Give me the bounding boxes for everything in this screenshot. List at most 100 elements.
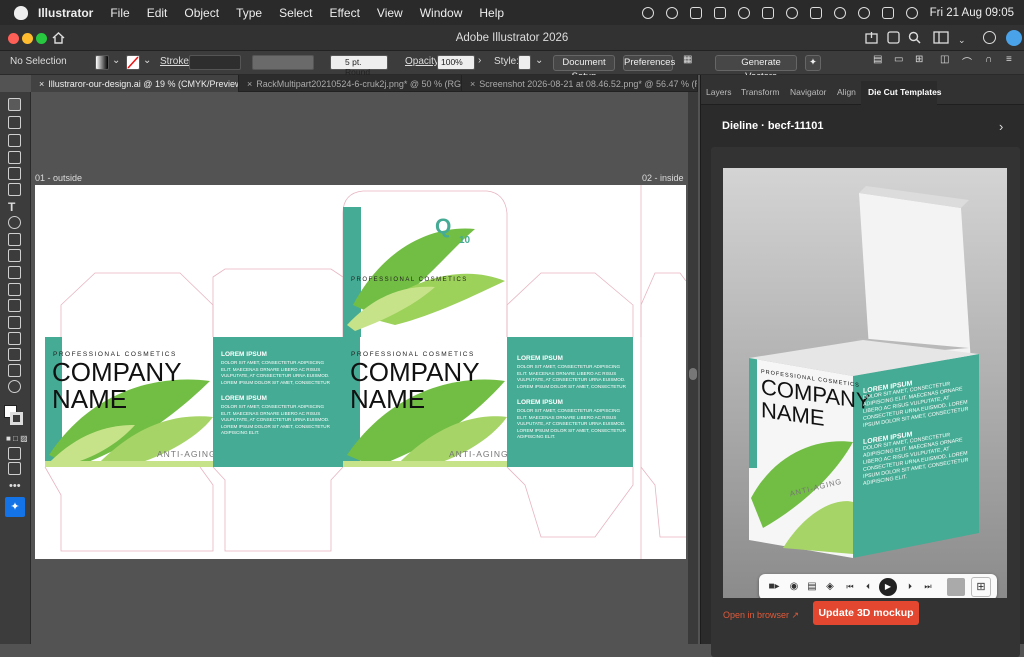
control-center-icon[interactable] — [881, 6, 894, 19]
share-icon[interactable] — [865, 31, 878, 44]
style-swatch[interactable] — [518, 55, 531, 70]
generative-ai-icon[interactable]: ✦ — [5, 497, 25, 517]
film-icon[interactable]: ▤ — [803, 574, 821, 598]
sparkle-icon[interactable]: ✦ — [805, 55, 821, 71]
menu-help[interactable]: Help — [479, 6, 504, 20]
skip-start-icon[interactable]: ⏮ — [841, 574, 859, 598]
color-mode-icon[interactable]: ■ □ ▨ — [6, 434, 28, 443]
menu-edit[interactable]: Edit — [147, 6, 168, 20]
selection-tool-icon[interactable] — [8, 98, 21, 111]
screen-mode-icon[interactable] — [8, 462, 21, 475]
fill-swatch[interactable] — [95, 55, 109, 70]
menu-object[interactable]: Object — [184, 6, 219, 20]
close-tab-icon[interactable]: × — [39, 79, 44, 89]
scale-tool-icon[interactable] — [8, 233, 21, 246]
hand-tool-icon[interactable] — [8, 364, 21, 377]
artboard-tool-icon[interactable] — [8, 348, 21, 361]
camera-video-icon[interactable]: ■▸ — [763, 574, 785, 598]
stroke-weight-field[interactable] — [189, 55, 241, 70]
moon-icon[interactable] — [665, 6, 678, 19]
align-icon[interactable]: ▤ — [873, 54, 882, 65]
siri-icon[interactable] — [905, 6, 918, 19]
curvature-tool-icon[interactable] — [8, 151, 21, 164]
document-setup-button[interactable]: Document Setup — [553, 55, 615, 82]
menu-type[interactable]: Type — [236, 6, 262, 20]
tab-illustrator-design[interactable]: × Illustraror-our-design.ai @ 19 % (CMYK/… — [31, 75, 239, 92]
vpn-icon[interactable] — [785, 6, 798, 19]
snapshot-icon[interactable]: ◉ — [785, 574, 803, 598]
preferences-button[interactable]: Preferences — [623, 55, 675, 71]
apple-icon[interactable] — [14, 5, 28, 20]
fill-chevron-icon[interactable]: ⌄ — [112, 55, 120, 66]
dropbox-icon[interactable] — [689, 6, 702, 19]
direct-selection-tool-icon[interactable] — [8, 116, 21, 129]
cloud-status-icon[interactable] — [983, 31, 996, 44]
variable-width-select[interactable] — [252, 55, 314, 70]
rotate-tool-icon[interactable] — [8, 216, 21, 229]
artboard[interactable]: Q 10 PROFESSIONAL COSMETICS PROFESSIONAL… — [35, 185, 686, 559]
background-color-swatch[interactable] — [947, 578, 965, 596]
display-icon[interactable] — [761, 6, 774, 19]
grid-icon[interactable]: ⊞ — [915, 54, 923, 65]
opacity-chevron-icon[interactable]: › — [478, 55, 481, 66]
stroke-swatch[interactable] — [126, 55, 140, 70]
bluetooth-icon[interactable] — [737, 6, 750, 19]
envelope-icon[interactable]: ∩ — [985, 54, 992, 65]
close-tab-icon[interactable]: × — [247, 79, 252, 89]
cube-icon[interactable]: ◈ — [821, 574, 839, 598]
grid-view-icon[interactable]: ⊞ — [971, 577, 991, 597]
open-in-browser-link[interactable]: Open in browser ↗ — [723, 610, 799, 621]
tab-align[interactable]: Align — [837, 87, 856, 97]
wifi-icon[interactable] — [833, 6, 846, 19]
warp-tool-icon[interactable] — [8, 249, 21, 262]
chevron-right-icon[interactable]: › — [999, 119, 1003, 134]
tab-die-cut-templates[interactable]: Die Cut Templates — [868, 87, 942, 97]
pathfinder-icon[interactable]: ◫ — [940, 54, 949, 65]
learn-icon[interactable] — [887, 31, 900, 44]
warp-icon[interactable]: ⌒ — [962, 54, 972, 69]
step-back-icon[interactable]: ⏴ — [859, 574, 877, 598]
canvas-scrollbar[interactable] — [688, 92, 698, 644]
canvas[interactable]: 01 - outside 02 - inside Q 10 PROFESSION… — [31, 92, 698, 644]
tab-navigator[interactable]: Navigator — [790, 87, 826, 97]
close-tab-icon[interactable]: × — [470, 79, 475, 89]
opacity-field[interactable]: 100% — [437, 55, 475, 70]
style-chevron-icon[interactable]: ⌄ — [535, 55, 543, 66]
scrollbar-thumb[interactable] — [689, 368, 697, 380]
eyedropper-tool-icon[interactable] — [8, 299, 21, 312]
tab-rackmultipart[interactable]: × RackMultipart20210524-6-cruk2j.png* @ 5… — [239, 75, 462, 92]
type-tool-icon[interactable]: T — [8, 200, 21, 214]
zoom-tool-icon[interactable] — [8, 380, 21, 393]
avatar[interactable] — [1006, 30, 1022, 46]
brush-select[interactable]: 5 pt. Round — [330, 55, 388, 77]
clock[interactable]: Fri 21 Aug 09:05 — [930, 7, 1014, 19]
drive-icon[interactable] — [713, 6, 726, 19]
search-icon[interactable] — [908, 31, 921, 44]
menu-app[interactable]: Illustrator — [38, 6, 93, 20]
workspace-chevron-icon[interactable]: ⌄ — [958, 35, 966, 46]
workspace-icon[interactable] — [933, 31, 949, 44]
artboard-label-outside[interactable]: 01 - outside — [35, 173, 82, 183]
update-3d-mockup-button[interactable]: Update 3D mockup — [813, 601, 919, 625]
draw-mode-icon[interactable] — [8, 447, 21, 460]
more-tools-icon[interactable]: ••• — [9, 480, 21, 492]
skip-end-icon[interactable]: ⏭ — [919, 574, 937, 598]
creative-cloud-icon[interactable] — [641, 6, 654, 19]
tab-transform[interactable]: Transform — [741, 87, 779, 97]
stroke-color-icon[interactable] — [10, 412, 23, 425]
tab-screenshot[interactable]: × Screenshot 2026-08-21 at 08.46.52.png* … — [462, 75, 698, 92]
rectangle-tool-icon[interactable] — [8, 167, 21, 180]
stroke-chevron-icon[interactable]: ⌄ — [143, 55, 151, 66]
artboard-label-inside[interactable]: 02 - inside — [642, 173, 684, 183]
step-forward-icon[interactable]: ⏵ — [901, 574, 919, 598]
symbol-sprayer-tool-icon[interactable] — [8, 332, 21, 345]
tab-layers[interactable]: Layers — [706, 87, 732, 97]
arrange-icon[interactable]: ▦ — [683, 54, 692, 65]
generate-vectors-button[interactable]: Generate Vectors — [715, 55, 797, 82]
menu-select[interactable]: Select — [279, 6, 312, 20]
free-transform-tool-icon[interactable] — [8, 266, 21, 279]
shape-builder-tool-icon[interactable] — [8, 283, 21, 296]
stroke-label[interactable]: Stroke: — [160, 56, 192, 67]
transform-icon[interactable]: ▭ — [894, 54, 903, 65]
menu-effect[interactable]: Effect — [329, 6, 359, 20]
